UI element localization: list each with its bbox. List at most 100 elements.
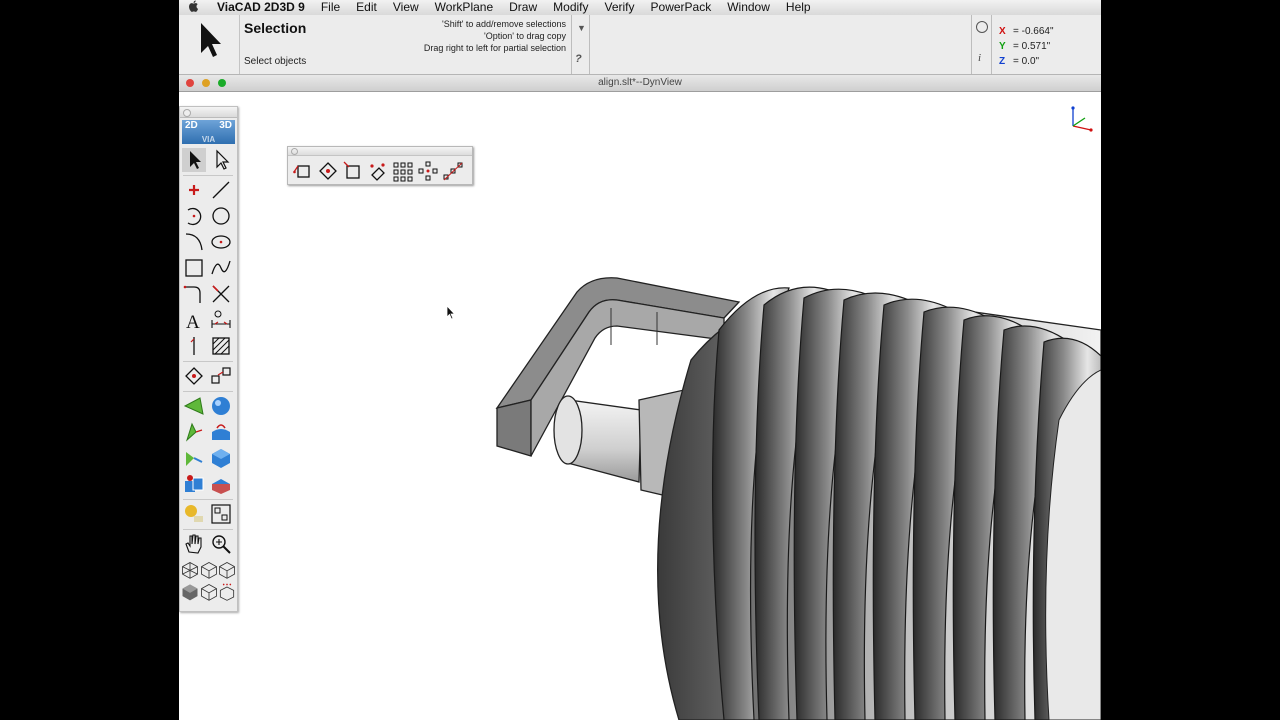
coord-y-label: Y: [999, 41, 1006, 52]
menu-view[interactable]: View: [385, 0, 427, 15]
align-point-icon[interactable]: [367, 160, 389, 182]
help-icon[interactable]: ?: [575, 53, 582, 65]
align-box-icon[interactable]: [342, 160, 364, 182]
coord-x-value[interactable]: = -0.664": [1013, 26, 1054, 37]
3d-viewport[interactable]: [237, 92, 1101, 720]
apple-menu-icon[interactable]: [179, 0, 209, 15]
render-tool-icon[interactable]: [182, 502, 206, 526]
fillet-tool-icon[interactable]: [182, 282, 206, 306]
document-titlebar[interactable]: align.slt*--DynView: [179, 75, 1101, 92]
screen: ViaCAD 2D3D 9 File Edit View WorkPlane D…: [179, 0, 1101, 720]
tool-prompt: Select objects: [244, 56, 307, 67]
zoom-icon[interactable]: [209, 532, 233, 556]
ellipse-tool-icon[interactable]: [209, 230, 233, 254]
palette-separator: [183, 361, 233, 362]
tool-palette[interactable]: 2D VIA 3D A: [179, 106, 238, 612]
palette-header[interactable]: [180, 107, 237, 118]
pan-hand-icon[interactable]: [182, 532, 206, 556]
info-icon[interactable]: i: [978, 52, 981, 64]
revolve-tool-icon[interactable]: [182, 420, 206, 444]
trim-tool-icon[interactable]: [209, 282, 233, 306]
coord-x-row: X = -0.664": [999, 24, 1054, 39]
menu-powerpack[interactable]: PowerPack: [643, 0, 720, 15]
rectangle-tool-icon[interactable]: [182, 256, 206, 280]
mouse-cursor-icon: [446, 305, 456, 320]
select-arrow-icon: [201, 23, 221, 57]
view-options-cube-icon[interactable]: [217, 582, 237, 602]
snap-circle-icon[interactable]: [976, 21, 988, 33]
circle-tool-icon[interactable]: [209, 204, 233, 228]
coord-y-value[interactable]: = 0.571": [1013, 41, 1050, 52]
sphere-tool-icon[interactable]: [209, 394, 233, 418]
logo-2d: 2D: [185, 120, 198, 131]
hint-drag: Drag right to left for partial selection: [423, 43, 566, 53]
solid-edit-tool-icon[interactable]: [182, 472, 206, 496]
tangent-arc-tool-icon[interactable]: [182, 230, 206, 254]
hatch-tool-icon[interactable]: [209, 334, 233, 358]
subselect-tool-icon[interactable]: [209, 148, 233, 172]
logo-3d: 3D: [219, 120, 232, 131]
spark-plug-model: [495, 277, 1101, 720]
coord-x-label: X: [999, 26, 1006, 37]
view-right-cube-icon[interactable]: [217, 560, 237, 580]
text-tool-icon[interactable]: A: [182, 308, 206, 332]
palette-separator: [183, 391, 233, 392]
viacad-logo: 2D VIA 3D: [182, 120, 235, 144]
menu-file[interactable]: File: [313, 0, 348, 15]
shaded-cube-icon[interactable]: [180, 582, 200, 602]
divider: [991, 15, 992, 74]
align-tool-palette[interactable]: [287, 146, 473, 185]
menu-edit[interactable]: Edit: [348, 0, 385, 15]
select-tool-icon[interactable]: [182, 148, 206, 172]
view-iso-cube-icon[interactable]: [180, 560, 200, 580]
palette-close-icon[interactable]: [291, 148, 298, 155]
extrude-tool-icon[interactable]: [182, 394, 206, 418]
layout-tool-icon[interactable]: [209, 502, 233, 526]
align-diamond-icon[interactable]: [317, 160, 339, 182]
menu-help[interactable]: Help: [778, 0, 819, 15]
hint-shift: 'Shift' to add/remove selections: [441, 19, 566, 29]
palette-separator: [183, 529, 233, 530]
shell-tool-icon[interactable]: [209, 472, 233, 496]
point-tool-icon[interactable]: [182, 178, 206, 202]
arc-tool-icon[interactable]: [182, 204, 206, 228]
coord-z-label: Z: [999, 56, 1006, 67]
coord-z-value[interactable]: = 0.0": [1013, 56, 1039, 67]
menu-app-name[interactable]: ViaCAD 2D3D 9: [209, 0, 313, 15]
menu-draw[interactable]: Draw: [501, 0, 545, 15]
sweep-tool-icon[interactable]: [182, 446, 206, 470]
dimension-tool-icon[interactable]: [209, 308, 233, 332]
tool-grid: A: [180, 144, 237, 609]
array-circular-icon[interactable]: [417, 160, 439, 182]
menu-modify[interactable]: Modify: [545, 0, 596, 15]
coord-z-row: Z = 0.0": [999, 54, 1054, 69]
options-dropdown-icon[interactable]: ▼: [577, 23, 586, 33]
transform-tool-icon[interactable]: [209, 364, 233, 388]
view-front-cube-icon[interactable]: [199, 560, 219, 580]
menu-bar: ViaCAD 2D3D 9 File Edit View WorkPlane D…: [179, 0, 1101, 16]
palette-header[interactable]: [288, 147, 472, 156]
wireframe-cube-icon[interactable]: [199, 582, 219, 602]
divider: [971, 15, 972, 74]
coordinate-readout: X = -0.664" Y = 0.571" Z = 0.0": [999, 24, 1054, 69]
align-tool-icon[interactable]: [182, 364, 206, 388]
centerline-tool-icon[interactable]: [182, 334, 206, 358]
logo-via: VIA: [201, 135, 216, 144]
array-path-icon[interactable]: [442, 160, 464, 182]
align-rect-icon[interactable]: [292, 160, 314, 182]
boolean-tool-icon[interactable]: [209, 420, 233, 444]
line-tool-icon[interactable]: [209, 178, 233, 202]
menu-verify[interactable]: Verify: [597, 0, 643, 15]
menu-window[interactable]: Window: [719, 0, 778, 15]
array-grid-icon[interactable]: [392, 160, 414, 182]
hint-option: 'Option' to drag copy: [484, 31, 566, 41]
coord-y-row: Y = 0.571": [999, 39, 1054, 54]
document-title: align.slt*--DynView: [598, 77, 682, 88]
palette-close-icon[interactable]: [183, 109, 191, 117]
box-tool-icon[interactable]: [209, 446, 233, 470]
spline-tool-icon[interactable]: [209, 256, 233, 280]
menu-workplane[interactable]: WorkPlane: [427, 0, 501, 15]
tool-title: Selection: [244, 20, 307, 36]
selection-bar: Selection Select objects 'Shift' to add/…: [179, 15, 1101, 75]
palette-separator: [183, 499, 233, 500]
